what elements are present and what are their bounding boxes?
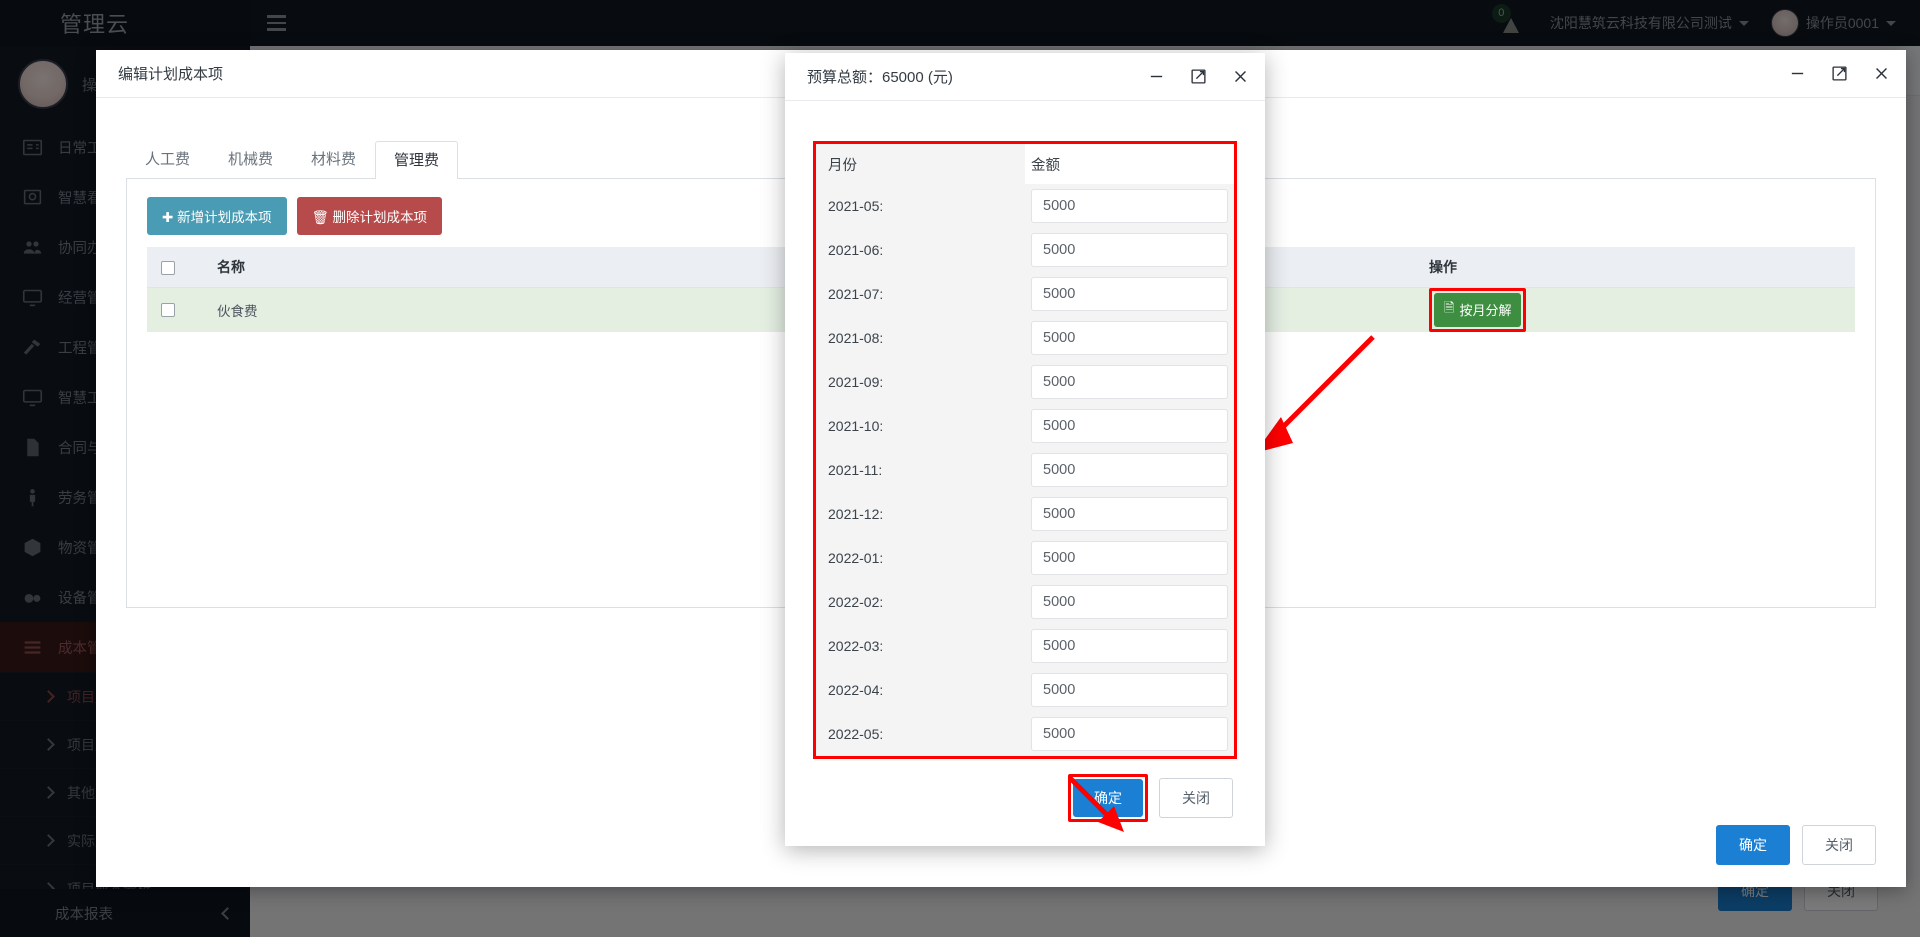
month-label: 2022-04: (828, 682, 884, 698)
amount-input[interactable] (1031, 497, 1228, 531)
screen: 管理云 0 沈阳慧筑云科技有限公司测试 操作员0001 (0, 0, 1920, 937)
table-row: 2021-12: (816, 492, 1234, 536)
amount-cell (1025, 624, 1234, 668)
table-row: 2021-08: (816, 316, 1234, 360)
edit-window-footer: 确定 关闭 (1716, 825, 1876, 865)
close-icon[interactable] (1229, 66, 1251, 88)
monthly-amounts-highlight: 月份 金额 2021-05:2021-06:2021-07:2021-08:20… (813, 141, 1237, 759)
amount-cell (1025, 668, 1234, 712)
row-action-cell: 🗎 按月分解 (1415, 287, 1855, 332)
edit-window-controls (1786, 63, 1892, 85)
amount-cell (1025, 228, 1234, 272)
table-row: 2021-11: (816, 448, 1234, 492)
amount-input[interactable] (1031, 409, 1228, 443)
minimize-icon[interactable] (1145, 66, 1167, 88)
month-label: 2021-09: (828, 374, 884, 390)
amount-cell (1025, 580, 1234, 624)
budget-decompose-modal: 预算总额：65000 (元) 月份 金额 2021-05:2021-06:202… (785, 53, 1265, 846)
amount-input[interactable] (1031, 321, 1228, 355)
month-label: 2022-05: (828, 726, 884, 742)
amount-input[interactable] (1031, 673, 1228, 707)
amount-input[interactable] (1031, 717, 1228, 751)
amount-input[interactable] (1031, 365, 1228, 399)
add-cost-item-button[interactable]: ✚ 新增计划成本项 (147, 197, 287, 235)
monthly-amounts-body: 2021-05: 2021-06: 2021-07: 2021-08: 2021-09:… (816, 184, 1234, 756)
month-label: 2021-11: (828, 462, 883, 478)
budget-modal-controls (1145, 66, 1251, 88)
amount-input[interactable] (1031, 629, 1228, 663)
amount-input[interactable] (1031, 277, 1228, 311)
table-row: 2021-09: (816, 360, 1234, 404)
tab-machinery-cost[interactable]: 机械费 (209, 140, 292, 178)
amount-input[interactable] (1031, 453, 1228, 487)
month-label: 2021-05: (828, 198, 884, 214)
table-row: 2022-01: (816, 536, 1234, 580)
close-icon[interactable] (1870, 63, 1892, 85)
table-row: 2022-03: (816, 624, 1234, 668)
table-row: 2022-04: (816, 668, 1234, 712)
monthly-decompose-button[interactable]: 🗎 按月分解 (1434, 292, 1522, 327)
table-row: 2022-02: (816, 580, 1234, 624)
table-header-row: 月份 金额 (816, 144, 1234, 184)
tab-material-cost[interactable]: 材料费 (292, 140, 375, 178)
budget-modal-confirm-button[interactable]: 确定 (1073, 779, 1143, 817)
amount-cell (1025, 404, 1234, 448)
amount-cell (1025, 184, 1234, 228)
select-all-header (147, 247, 203, 288)
minimize-icon[interactable] (1786, 63, 1808, 85)
table-row: 2022-05: (816, 712, 1234, 756)
delete-cost-item-label: 删除计划成本项 (332, 210, 427, 225)
amount-input[interactable] (1031, 189, 1228, 223)
col-header-month: 月份 (816, 144, 1025, 184)
month-label: 2021-10: (828, 418, 884, 434)
month-label: 2021-12: (828, 506, 884, 522)
delete-cost-item-button[interactable]: 🗑 删除计划成本项 (296, 197, 442, 235)
month-label: 2022-01: (828, 550, 884, 566)
budget-confirm-highlight: 确定 (1068, 774, 1148, 822)
trash-icon: 🗑 (311, 210, 329, 225)
select-all-checkbox[interactable] (161, 260, 175, 275)
budget-modal-footer: 确定 关闭 (1068, 774, 1233, 822)
amount-input[interactable] (1031, 585, 1228, 619)
amount-cell (1025, 536, 1234, 580)
row-checkbox[interactable] (161, 303, 175, 318)
col-header-amount: 金额 (1025, 144, 1234, 184)
amount-cell (1025, 712, 1234, 756)
table-row: 2021-07: (816, 272, 1234, 316)
month-label: 2021-06: (828, 242, 884, 258)
budget-modal-titlebar: 预算总额：65000 (元) (785, 53, 1265, 101)
budget-modal-body: 月份 金额 2021-05:2021-06:2021-07:2021-08:20… (785, 101, 1265, 759)
monthly-decompose-highlight: 🗎 按月分解 (1429, 287, 1527, 332)
amount-cell (1025, 316, 1234, 360)
maximize-icon[interactable] (1187, 66, 1209, 88)
row-select-cell (147, 287, 203, 332)
tab-management-cost[interactable]: 管理费 (375, 141, 459, 179)
month-label: 2021-08: (828, 330, 884, 346)
month-label: 2022-02: (828, 594, 884, 610)
table-row: 2021-10: (816, 404, 1234, 448)
plus-icon: ✚ (162, 210, 174, 225)
month-label: 2022-03: (828, 638, 884, 654)
amount-cell (1025, 492, 1234, 536)
add-cost-item-label: 新增计划成本项 (177, 210, 272, 225)
budget-modal-close-button[interactable]: 关闭 (1159, 778, 1233, 818)
edit-window-confirm-button[interactable]: 确定 (1716, 825, 1790, 865)
amount-input[interactable] (1031, 541, 1228, 575)
amount-input[interactable] (1031, 233, 1228, 267)
edit-window-close-button[interactable]: 关闭 (1802, 825, 1876, 865)
maximize-icon[interactable] (1828, 63, 1850, 85)
month-label: 2021-07: (828, 286, 884, 302)
amount-cell (1025, 448, 1234, 492)
tab-labor-cost[interactable]: 人工费 (126, 140, 209, 178)
amount-cell (1025, 272, 1234, 316)
table-row: 2021-05: (816, 184, 1234, 228)
monthly-decompose-label: 按月分解 (1459, 303, 1512, 318)
monthly-amounts-table: 月份 金额 2021-05:2021-06:2021-07:2021-08:20… (816, 144, 1234, 756)
decompose-icon: 🗎 (1444, 299, 1455, 315)
amount-cell (1025, 360, 1234, 404)
monthly-amounts-head: 月份 金额 (816, 144, 1234, 184)
budget-modal-title: 预算总额：65000 (元) (807, 69, 953, 86)
col-header-action: 操作 (1415, 247, 1855, 288)
table-row: 2021-06: (816, 228, 1234, 272)
